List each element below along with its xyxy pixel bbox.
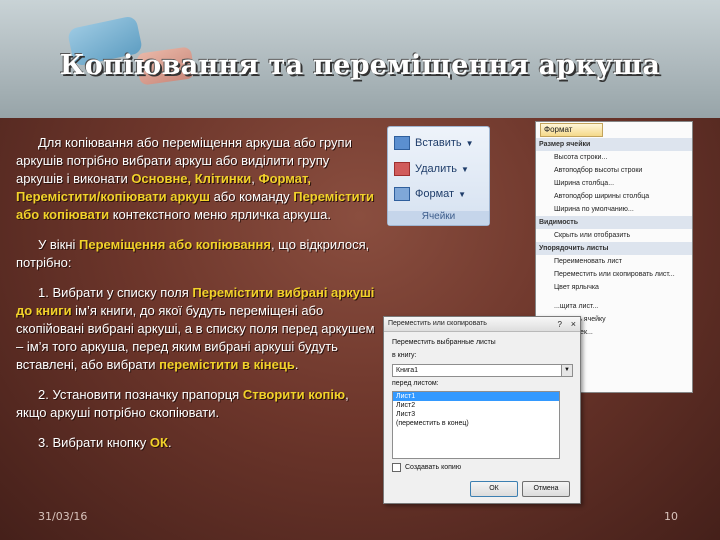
chevron-down-icon: ▼ [461,164,469,174]
ribbon-group-label: Ячейки [388,211,489,225]
menu-section-header: Видимость [536,216,692,229]
highlight-window-name: Переміщення або копіювання [79,237,271,252]
menu-item-default-width[interactable]: Ширина по умолчанию... [536,203,692,216]
text-run: У вікні [38,237,80,252]
cancel-button[interactable]: Отмена [522,481,570,497]
book-select[interactable]: Книга1 ▼ [392,364,573,377]
move-copy-dialog: Переместить или скопировать ? × Перемест… [383,316,581,504]
dialog-titlebar: Переместить или скопировать ? × [384,317,580,332]
menu-item-move-copy-sheet[interactable]: Переместить или скопировать лист... [536,268,692,281]
text-run: або команду [209,189,294,204]
ribbon-insert-label: Вставить [415,137,462,149]
slide-title: Копіювання та переміщення аркуша [59,50,661,81]
move-sheets-label: Переместить выбранные листы [392,339,496,346]
ribbon-delete-button[interactable]: Удалить ▼ [394,159,469,179]
paragraph-2: У вікні Переміщення або копіювання, що в… [16,236,378,272]
book-select-value: Книга1 [396,367,419,374]
create-copy-checkbox[interactable]: Создавать копию [392,463,461,472]
slide-number: 10 [664,510,678,523]
list-item[interactable]: Лист2 [393,401,559,410]
ribbon-insert-button[interactable]: Вставить ▼ [394,133,474,153]
text-run: 1. Вибрати у списку поля [38,285,193,300]
list-item[interactable]: Лист1 [393,392,559,401]
ribbon-delete-label: Удалить [415,163,457,175]
ribbon-format-label: Формат [415,188,455,200]
before-sheet-label: перед листом: [392,380,439,387]
menu-item-column-width[interactable]: Ширина столбца... [536,177,692,190]
chevron-down-icon: ▼ [465,138,474,148]
slide-body: Для копіювання або переміщення аркуша аб… [16,134,378,464]
create-copy-label: Создавать копию [405,464,462,471]
text-run: . [167,435,172,450]
close-icon[interactable]: × [571,317,576,331]
paragraph-5: 3. Вибрати кнопку ОК. [16,434,378,452]
ok-button[interactable]: ОК [470,481,518,497]
format-icon [394,187,410,201]
sheet-list[interactable]: Лист1 Лист2 Лист3 (переместить в конец) [392,391,560,459]
help-icon[interactable]: ? [558,318,562,332]
highlight-create-copy: Створити копію [242,387,346,402]
list-item[interactable]: Лист3 [393,410,559,419]
text-run: 3. Вибрати кнопку [38,435,150,450]
highlight-move-to-end: перемістити в кінець [159,357,295,372]
menu-item-hide-show[interactable]: Скрыть или отобразить [536,229,692,242]
menu-item-rename-sheet[interactable]: Переименовать лист [536,255,692,268]
slide-date: 31/03/16 [38,510,88,523]
chevron-down-icon[interactable]: ▼ [561,365,572,376]
menu-section-header: Размер ячейки [536,138,692,151]
menu-section-header: Упорядочить листы [536,242,692,255]
menu-item-tab-color[interactable]: Цвет ярлычка [536,281,692,294]
text-run: контекстного меню ярличка аркуша. [109,207,331,222]
format-menu-button[interactable]: Формат [540,123,603,137]
delete-icon [394,162,410,176]
menu-item-autofit-row[interactable]: Автоподбор высоты строки [536,164,692,177]
menu-item-row-height[interactable]: Высота строки... [536,151,692,164]
text-run: . [294,357,299,372]
checkbox-icon[interactable] [392,463,401,472]
menu-item-autofit-column[interactable]: Автоподбор ширины столбца [536,190,692,203]
dialog-title: Переместить или скопировать [388,320,487,327]
book-label: в книгу: [392,352,417,359]
paragraph-4: 2. Установити позначку прапорця Створити… [16,386,378,422]
ribbon-format-button[interactable]: Формат ▼ [394,184,466,204]
menu-item-protect-sheet[interactable]: ...щита лист... [536,300,692,313]
paragraph-1: Для копіювання або переміщення аркуша аб… [16,134,378,224]
paragraph-3: 1. Вибрати у списку поля Перемістити виб… [16,284,378,374]
chevron-down-icon: ▼ [458,189,466,199]
ribbon-cells-group: Вставить ▼ Удалить ▼ Формат ▼ Ячейки [387,126,490,226]
list-item[interactable]: (переместить в конец) [393,419,559,428]
slide-background: Копіювання та переміщення аркуша Для коп… [0,0,720,540]
text-run: , [251,171,259,186]
text-run: 2. Установити позначку прапорця [38,387,243,402]
highlight-cells-command: Основне, Клітинки [131,171,252,186]
highlight-ok: ОК [149,435,168,450]
insert-icon [394,136,410,150]
